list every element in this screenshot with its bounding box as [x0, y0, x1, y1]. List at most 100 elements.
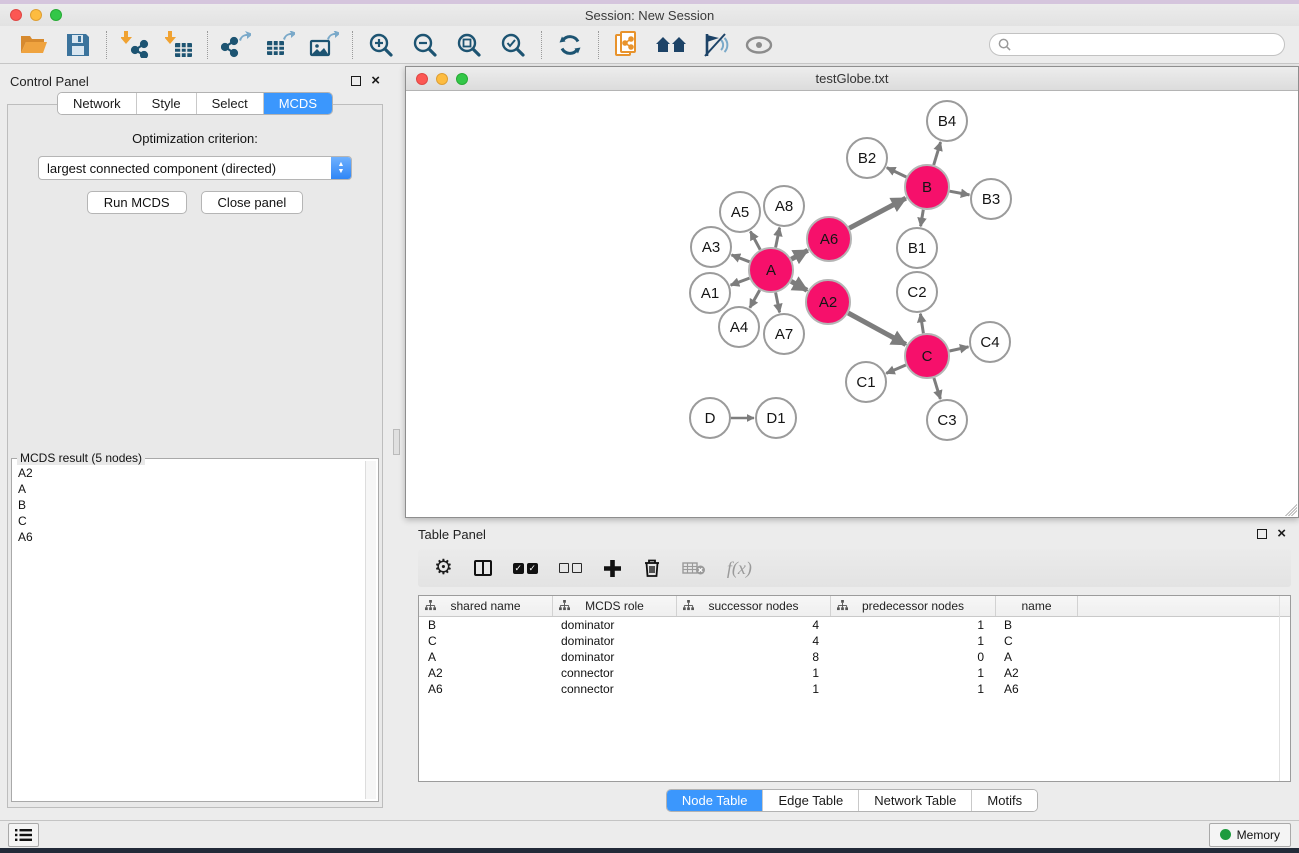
graph-node-A[interactable]: A — [749, 248, 793, 292]
float-panel-icon[interactable] — [351, 76, 361, 86]
zoom-in-icon[interactable] — [365, 30, 397, 60]
graph-node-A6[interactable]: A6 — [807, 217, 851, 261]
show-all-networks-icon[interactable] — [655, 30, 687, 60]
zoom-out-icon[interactable] — [409, 30, 441, 60]
export-network-icon[interactable] — [220, 30, 252, 60]
tab-motifs[interactable]: Motifs — [972, 790, 1037, 811]
tab-mcds[interactable]: MCDS — [264, 93, 332, 114]
add-column-icon[interactable] — [603, 559, 622, 578]
graph-edge-C-C3[interactable] — [934, 378, 941, 399]
column-header-mcds_role[interactable]: MCDS role — [553, 596, 677, 616]
graph-node-A8[interactable]: A8 — [764, 186, 804, 226]
column-header-shared_name[interactable]: shared name — [419, 596, 553, 616]
function-builder-icon[interactable]: f(x) — [727, 558, 752, 579]
graph-node-B[interactable]: B — [905, 165, 949, 209]
tab-node-table[interactable]: Node Table — [667, 790, 764, 811]
graph-edge-A-A5[interactable] — [750, 231, 760, 249]
table-row[interactable]: Adominator80A — [419, 649, 1290, 665]
open-session-icon[interactable] — [18, 30, 50, 60]
mcds-result-item[interactable]: A6 — [14, 529, 364, 545]
save-session-icon[interactable] — [62, 30, 94, 60]
mcds-list-scrollbar[interactable] — [365, 461, 376, 799]
delete-column-icon[interactable] — [643, 558, 661, 578]
hide-details-icon[interactable] — [699, 30, 731, 60]
graph-node-C1[interactable]: C1 — [846, 362, 886, 402]
column-view-icon[interactable] — [474, 560, 492, 576]
graph-edge-A-A3[interactable] — [732, 255, 750, 262]
table-row[interactable]: Cdominator41C — [419, 633, 1290, 649]
graph-edge-B-B4[interactable] — [934, 142, 941, 165]
tab-network[interactable]: Network — [58, 93, 137, 114]
new-network-from-file-icon[interactable] — [611, 30, 643, 60]
graph-node-A7[interactable]: A7 — [764, 314, 804, 354]
memory-button[interactable]: Memory — [1209, 823, 1291, 847]
graph-node-B3[interactable]: B3 — [971, 179, 1011, 219]
close-panel-icon[interactable]: × — [371, 76, 380, 86]
graph-edge-A-A1[interactable] — [731, 278, 750, 285]
graph-edge-B-B1[interactable] — [921, 210, 924, 227]
show-panels-button[interactable] — [8, 823, 39, 847]
search-input[interactable] — [1016, 38, 1276, 52]
window-resize-grip[interactable] — [1285, 504, 1297, 516]
column-header-successor_nodes[interactable]: successor nodes — [677, 596, 831, 616]
tab-select[interactable]: Select — [197, 93, 264, 114]
graph-edge-A-A4[interactable] — [750, 290, 760, 308]
select-all-icon[interactable]: ✓✓ — [513, 563, 538, 574]
graph-node-B2[interactable]: B2 — [847, 138, 887, 178]
graph-node-A2[interactable]: A2 — [806, 280, 850, 324]
graph-node-C3[interactable]: C3 — [927, 400, 967, 440]
graph-edge-A-A2[interactable] — [791, 281, 807, 290]
float-table-panel-icon[interactable] — [1257, 529, 1267, 539]
network-canvas[interactable]: B4B2BB3A8A5A6A3B1AA1C2A2A4A7C4CC1C3DD1 — [406, 91, 1298, 517]
graph-edge-C-C1[interactable] — [886, 365, 906, 373]
mcds-result-item[interactable]: C — [14, 513, 364, 529]
tab-network-table[interactable]: Network Table — [859, 790, 972, 811]
run-mcds-button[interactable]: Run MCDS — [87, 191, 187, 214]
table-settings-gear-icon[interactable]: ⚙ — [434, 558, 453, 578]
graph-edge-A-A8[interactable] — [776, 228, 780, 248]
graph-node-A5[interactable]: A5 — [720, 192, 760, 232]
graph-node-A1[interactable]: A1 — [690, 273, 730, 313]
network-window-titlebar[interactable]: testGlobe.txt — [406, 67, 1298, 91]
graph-node-B1[interactable]: B1 — [897, 228, 937, 268]
graph-node-A4[interactable]: A4 — [719, 307, 759, 347]
table-row[interactable]: A2connector11A2 — [419, 665, 1290, 681]
table-row[interactable]: A6connector11A6 — [419, 681, 1290, 697]
import-table-icon[interactable] — [163, 30, 195, 60]
optimization-criterion-dropdown[interactable]: largest connected component (directed) ▲… — [38, 156, 352, 180]
graph-node-C2[interactable]: C2 — [897, 272, 937, 312]
graph-node-A3[interactable]: A3 — [691, 227, 731, 267]
graph-edge-A6-B[interactable] — [849, 198, 906, 228]
graph-node-C4[interactable]: C4 — [970, 322, 1010, 362]
eye-icon[interactable] — [743, 30, 775, 60]
close-table-panel-icon[interactable]: × — [1277, 529, 1286, 539]
graph-node-D[interactable]: D — [690, 398, 730, 438]
delete-table-icon[interactable] — [682, 560, 706, 576]
graph-edge-C-C2[interactable] — [920, 314, 923, 334]
close-panel-button[interactable]: Close panel — [201, 191, 304, 214]
export-image-icon[interactable] — [308, 30, 340, 60]
mcds-result-item[interactable]: A — [14, 481, 364, 497]
graph-edge-A2-C[interactable] — [848, 313, 906, 345]
import-network-icon[interactable] — [119, 30, 151, 60]
column-header-predecessor_nodes[interactable]: predecessor nodes — [831, 596, 996, 616]
refresh-icon[interactable] — [554, 30, 586, 60]
tab-style[interactable]: Style — [137, 93, 197, 114]
mcds-result-item[interactable]: B — [14, 497, 364, 513]
table-scrollbar[interactable] — [1279, 596, 1280, 781]
table-row[interactable]: Bdominator41B — [419, 617, 1290, 633]
graph-edge-C-C4[interactable] — [950, 347, 969, 351]
zoom-fit-icon[interactable] — [453, 30, 485, 60]
graph-node-C[interactable]: C — [905, 334, 949, 378]
mcds-result-item[interactable]: A2 — [14, 465, 364, 481]
graph-edge-B-B3[interactable] — [950, 191, 970, 195]
export-table-icon[interactable] — [264, 30, 296, 60]
graph-node-D1[interactable]: D1 — [756, 398, 796, 438]
graph-edge-A-A7[interactable] — [776, 293, 780, 313]
deselect-all-icon[interactable] — [559, 563, 582, 573]
divider-grip[interactable] — [393, 429, 400, 455]
panel-divider[interactable] — [390, 64, 405, 820]
search-field[interactable] — [989, 33, 1285, 56]
zoom-selected-icon[interactable] — [497, 30, 529, 60]
graph-edge-A-A6[interactable] — [791, 250, 808, 259]
